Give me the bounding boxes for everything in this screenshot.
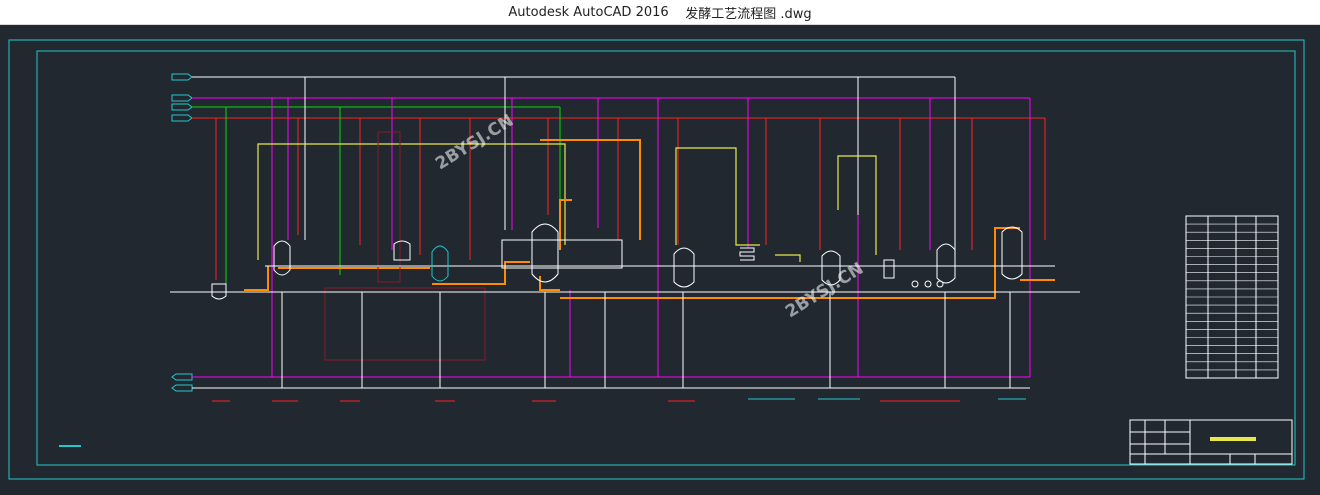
equipment-tags (212, 398, 1026, 402)
air-risers (225, 107, 561, 285)
outer-frame (8, 39, 1305, 480)
process-rails (170, 265, 1080, 293)
watermark-bottom: 2BYSJ.CN (782, 259, 867, 323)
vessel-tank-4 (673, 247, 695, 288)
window-title-bar: Autodesk AutoCAD 2016 发酵工艺流程图 .dwg (0, 0, 1320, 25)
separator (883, 259, 895, 279)
parts-table-rows (1186, 223, 1278, 371)
drawing-svg[interactable]: 2BYSJ.CN 2BYSJ.CN (0, 24, 1320, 495)
vessel-seed-3 (431, 245, 449, 282)
title-block-caption (1210, 437, 1256, 441)
app-name: Autodesk AutoCAD 2016 (508, 4, 669, 20)
coil-exchanger (739, 247, 755, 261)
vessel-main-fermenter (501, 223, 623, 283)
vessel-seed-2 (393, 240, 411, 261)
header-pipes (171, 73, 1045, 392)
product-line (244, 139, 1055, 299)
vessel-seed-1 (273, 240, 291, 276)
steam-risers (271, 98, 1031, 377)
file-name: 发酵工艺流程图 .dwg (685, 6, 812, 22)
drop-lines (281, 292, 1011, 388)
drain-line (324, 131, 486, 361)
vessel-tank-7 (1001, 226, 1023, 280)
title-separator (669, 5, 686, 20)
vessel-tank-6 (936, 243, 956, 284)
title-block (1129, 419, 1293, 465)
watermark-top: 2BYSJ.CN (432, 111, 517, 175)
feed-line (257, 143, 877, 262)
drawing-canvas[interactable]: 2BYSJ.CN 2BYSJ.CN (0, 24, 1320, 495)
pump-set (911, 280, 944, 288)
